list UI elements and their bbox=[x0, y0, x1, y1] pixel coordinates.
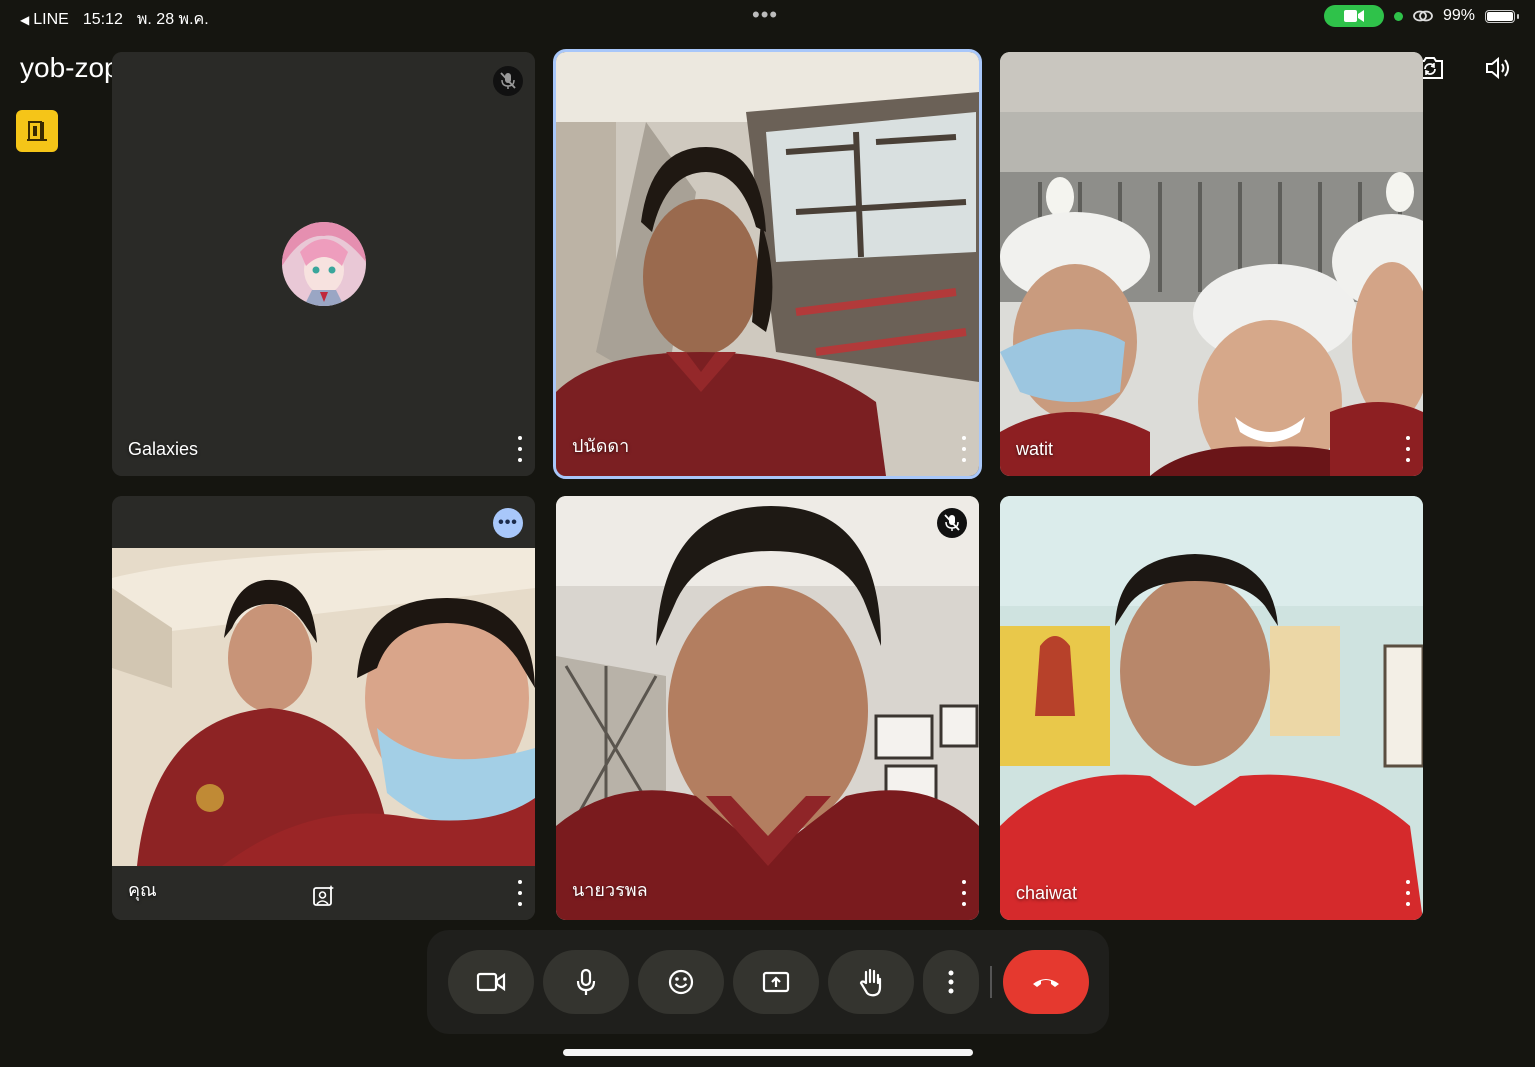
status-bar: ◀ LINE 15:12 พ. 28 พ.ค. ••• 99% bbox=[0, 0, 1535, 32]
participant-name: chaiwat bbox=[1016, 883, 1078, 903]
participant-video bbox=[556, 52, 979, 476]
host-controls-button[interactable] bbox=[16, 110, 58, 152]
muted-indicator bbox=[493, 66, 523, 96]
participant-tile-panadda[interactable]: ปนัดดา bbox=[553, 49, 982, 479]
end-call-button[interactable] bbox=[1003, 950, 1089, 1014]
participant-name: นายวรพล bbox=[572, 880, 648, 900]
participant-options-button[interactable] bbox=[1403, 436, 1413, 462]
participant-options-button[interactable] bbox=[959, 880, 969, 906]
participant-tile-galaxies[interactable]: Galaxies bbox=[112, 52, 535, 476]
date: พ. 28 พ.ค. bbox=[136, 11, 209, 28]
participant-options-button[interactable] bbox=[959, 436, 969, 462]
home-indicator[interactable] bbox=[563, 1049, 973, 1056]
status-bar-left: ◀ LINE 15:12 พ. 28 พ.ค. bbox=[20, 7, 209, 32]
host-controls-icon bbox=[27, 121, 47, 141]
camera-toggle-button[interactable] bbox=[448, 950, 534, 1014]
self-video bbox=[112, 496, 535, 920]
participant-tile-chaiwat[interactable]: chaiwat bbox=[1000, 496, 1423, 920]
muted-indicator bbox=[937, 508, 967, 538]
present-screen-button[interactable] bbox=[733, 950, 819, 1014]
participant-video bbox=[556, 496, 979, 920]
back-to-app-link[interactable]: ◀ LINE bbox=[20, 11, 69, 29]
participant-options-button[interactable] bbox=[515, 436, 525, 462]
participant-tile-watit[interactable]: watit bbox=[1000, 52, 1423, 476]
microphone-toggle-button[interactable] bbox=[543, 950, 629, 1014]
participant-options-button[interactable] bbox=[1403, 880, 1413, 906]
more-options-icon bbox=[948, 970, 954, 994]
participant-name: คุณ bbox=[128, 880, 157, 900]
participant-tile-self[interactable]: ••• คุณ bbox=[112, 496, 535, 920]
participant-name: Galaxies bbox=[128, 439, 199, 459]
link-icon bbox=[1413, 10, 1433, 22]
more-options-button[interactable] bbox=[923, 950, 979, 1014]
participant-name: ปนัดดา bbox=[572, 436, 630, 456]
participant-video bbox=[1000, 52, 1423, 476]
battery-fill bbox=[1487, 11, 1513, 21]
battery-icon bbox=[1485, 9, 1519, 23]
raise-hand-icon bbox=[859, 968, 882, 997]
camera-icon bbox=[476, 972, 506, 992]
participant-avatar bbox=[282, 222, 366, 306]
call-controls-toolbar bbox=[427, 930, 1109, 1034]
speaking-indicator: ••• bbox=[493, 508, 523, 538]
speaker-icon bbox=[1486, 56, 1509, 80]
end-call-icon bbox=[1033, 979, 1059, 987]
microphone-icon bbox=[576, 968, 596, 995]
participant-name: watit bbox=[1016, 439, 1054, 459]
battery-percent: 99% bbox=[1442, 7, 1475, 24]
add-background-button[interactable] bbox=[312, 884, 336, 908]
multitask-dots-icon[interactable]: ••• bbox=[752, 2, 778, 28]
raise-hand-button[interactable] bbox=[828, 950, 914, 1014]
status-bar-right: 99% bbox=[1323, 5, 1519, 27]
emoji-icon bbox=[668, 969, 694, 995]
camera-in-use-indicator bbox=[1323, 5, 1384, 27]
back-app-label: LINE bbox=[33, 10, 69, 28]
participant-options-button[interactable] bbox=[515, 880, 525, 906]
participant-video bbox=[1000, 496, 1423, 920]
toolbar-divider bbox=[990, 966, 992, 998]
video-camera-icon bbox=[1343, 10, 1364, 22]
microphone-off-icon bbox=[500, 72, 516, 89]
clock: 15:12 bbox=[82, 10, 123, 28]
participant-tile-worapon[interactable]: นายวรพล bbox=[556, 496, 979, 920]
reactions-button[interactable] bbox=[638, 950, 724, 1014]
back-triangle-icon: ◀ bbox=[20, 12, 30, 27]
microphone-off-icon bbox=[944, 514, 960, 531]
camera-active-dot bbox=[1393, 11, 1403, 21]
present-screen-icon bbox=[762, 971, 790, 993]
audio-output-button[interactable] bbox=[1482, 52, 1514, 84]
image-effects-icon bbox=[313, 885, 334, 906]
